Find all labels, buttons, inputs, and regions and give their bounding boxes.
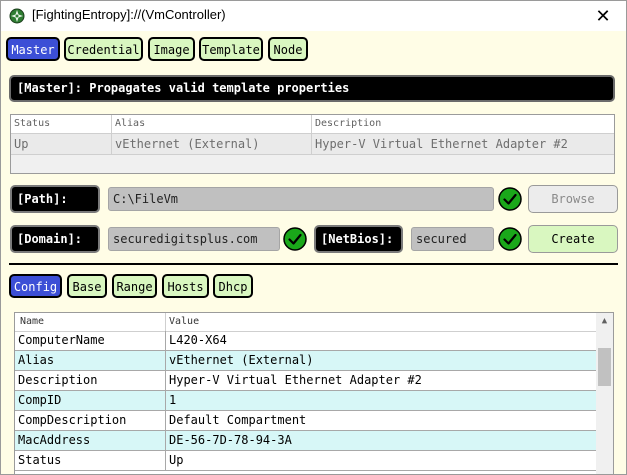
vm-controller-window: [FightingEntropy]://(VmController) ✕ Mas…: [0, 0, 627, 475]
properties-header: Name Value: [15, 313, 597, 332]
column-header-description[interactable]: Description: [312, 115, 612, 133]
column-header-name[interactable]: Name: [15, 313, 165, 331]
property-name: ComputerName: [18, 333, 105, 347]
table-row[interactable]: Alias vEthernet (External): [15, 351, 597, 371]
property-value: Hyper-V Virtual Ethernet Adapter #2: [169, 373, 422, 387]
table-row[interactable]: Up vEthernet (External) Hyper-V Virtual …: [11, 134, 614, 155]
adapter-description-cell: Hyper-V Virtual Ethernet Adapter #2: [315, 137, 568, 151]
path-input[interactable]: C:\FileVm: [108, 187, 494, 211]
tab-dhcp[interactable]: Dhcp: [213, 274, 253, 298]
master-description-banner: [Master]: Propagates valid template prop…: [9, 75, 615, 102]
property-name: MacAddress: [18, 433, 91, 447]
tab-credential[interactable]: Credential: [64, 37, 143, 61]
column-header-value[interactable]: Value: [166, 313, 596, 331]
title-bar[interactable]: [FightingEntropy]://(VmController) ✕: [1, 1, 626, 31]
property-value: Default Compartment: [169, 413, 307, 427]
column-header-alias[interactable]: Alias: [112, 115, 312, 133]
table-row[interactable]: Status Up: [15, 451, 597, 471]
table-row[interactable]: MacAddress DE-56-7D-78-94-3A: [15, 431, 597, 451]
domain-valid-check-icon: [283, 227, 307, 251]
adapter-status-cell: Up: [14, 137, 29, 151]
property-name: Alias: [18, 353, 55, 367]
adapter-grid[interactable]: Status Alias Description Up vEthernet (E…: [10, 114, 615, 174]
adapter-alias-cell: vEthernet (External): [115, 137, 260, 151]
netbios-input[interactable]: secured: [411, 227, 494, 251]
table-row[interactable]: Description Hyper-V Virtual Ethernet Ada…: [15, 371, 597, 391]
properties-scrollbar[interactable]: ▲ ▼: [596, 313, 613, 474]
property-value: L420-X64: [169, 333, 227, 347]
tab-node[interactable]: Node: [268, 37, 308, 61]
property-value: DE-56-7D-78-94-3A: [169, 433, 292, 447]
close-icon[interactable]: ✕: [580, 1, 626, 31]
property-value: Up: [169, 453, 184, 467]
netbios-valid-check-icon: [498, 227, 522, 251]
browse-button[interactable]: Browse: [528, 185, 618, 213]
tab-config[interactable]: Config: [9, 274, 62, 298]
path-label: [Path]:: [10, 185, 100, 213]
column-header-status[interactable]: Status: [11, 115, 111, 133]
table-row[interactable]: CompID 1: [15, 391, 597, 411]
property-name: Status: [18, 453, 62, 467]
tab-hosts[interactable]: Hosts: [162, 274, 209, 298]
window-title: [FightingEntropy]://(VmController): [32, 7, 226, 22]
create-button[interactable]: Create: [528, 225, 618, 253]
scroll-thumb[interactable]: [598, 348, 611, 386]
tab-master[interactable]: Master: [6, 37, 60, 61]
property-value: vEthernet (External): [169, 353, 314, 367]
tab-range[interactable]: Range: [112, 274, 157, 298]
tab-template[interactable]: Template: [199, 37, 263, 61]
table-row[interactable]: CompDescription Default Compartment: [15, 411, 597, 431]
property-name: CompID: [18, 393, 62, 407]
scroll-up-icon[interactable]: ▲: [596, 313, 613, 330]
property-name: Description: [18, 373, 98, 387]
tab-image[interactable]: Image: [148, 37, 195, 61]
section-divider: [9, 263, 618, 265]
config-properties-grid[interactable]: Name Value ComputerName L420-X64 Alias v…: [14, 312, 614, 474]
path-valid-check-icon: [498, 187, 522, 211]
table-row[interactable]: ComputerName L420-X64: [15, 331, 597, 351]
property-value: 1: [169, 393, 177, 407]
domain-label: [Domain]:: [10, 225, 100, 253]
tab-base[interactable]: Base: [67, 274, 107, 298]
content-area: Master Credential Image Template Node [M…: [1, 31, 626, 474]
domain-input[interactable]: securedigitsplus.com: [108, 227, 280, 251]
property-name: CompDescription: [18, 413, 127, 427]
adapter-grid-header: Status Alias Description: [11, 115, 614, 134]
globe-icon: [9, 8, 25, 24]
netbios-label: [NetBios]:: [314, 225, 403, 253]
